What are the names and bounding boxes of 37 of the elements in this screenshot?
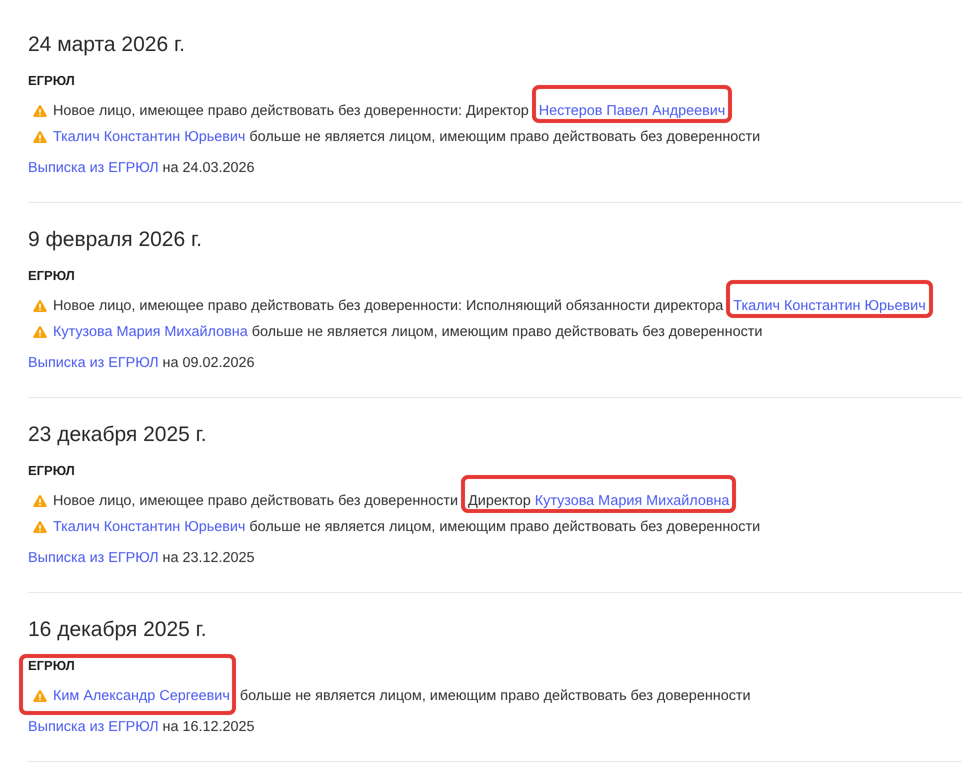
extract-text: Выписка из ЕГРЮЛ на 16.12.2025	[28, 718, 255, 737]
change-text: Ткалич Константин Юрьевич больше не является лицом, имеющим право действовать без доверенности	[53, 128, 760, 147]
person-link[interactable]: Ким Александр Сергеевич	[53, 688, 230, 704]
source-label: ЕГРЮЛ	[28, 462, 75, 480]
warning-icon	[33, 300, 47, 312]
change-text: Новое лицо, имеющее право действовать без доверенности: Директор Нестеров Павел Андреевич	[53, 98, 726, 124]
warning-icon	[33, 326, 47, 338]
change-text: Ким Александр Сергеевич больше не является лицом, имеющим право действовать без доверенности	[53, 683, 751, 709]
person-link[interactable]: Нестеров Павел Андреевич	[538, 103, 726, 119]
person-link[interactable]: Кутузова Мария Михайловна	[534, 493, 730, 509]
person-link[interactable]: Кутузова Мария Михайловна	[53, 324, 248, 340]
extract-text: Выписка из ЕГРЮЛ на 24.03.2026	[28, 159, 255, 178]
extract-text: Выписка из ЕГРЮЛ на 23.12.2025	[28, 549, 255, 568]
warning-icon	[33, 105, 47, 117]
warning-icon	[33, 690, 47, 702]
warning-icon	[33, 131, 47, 143]
person-link[interactable]: Ткалич Константин Юрьевич	[733, 298, 926, 314]
source-label: ЕГРЮЛ	[28, 657, 75, 675]
extract-link[interactable]: Выписка из ЕГРЮЛ	[28, 719, 159, 735]
change-text: Новое лицо, имеющее право действовать без доверенности: Исполняющий обязанности директора Ткалич Константин Юрьевич	[53, 293, 926, 319]
date-heading: 16 декабря 2025 г.	[28, 617, 207, 643]
date-heading: 9 февраля 2026 г.	[28, 227, 202, 253]
date-heading: 23 декабря 2025 г.	[28, 422, 207, 448]
extract-link[interactable]: Выписка из ЕГРЮЛ	[28, 355, 159, 371]
date-heading: 24 марта 2026 г.	[28, 32, 185, 58]
change-text: Кутузова Мария Михайловна больше не является лицом, имеющим право действовать без доверенности	[53, 323, 762, 342]
source-label: ЕГРЮЛ	[28, 267, 75, 285]
extract-link[interactable]: Выписка из ЕГРЮЛ	[28, 550, 159, 566]
extract-text: Выписка из ЕГРЮЛ на 09.02.2026	[28, 354, 255, 373]
change-text: Новое лицо, имеющее право действовать без доверенности Директор Кутузова Мария Михайловна	[53, 488, 730, 514]
person-link[interactable]: Ткалич Константин Юрьевич	[53, 129, 246, 145]
warning-icon	[33, 521, 47, 533]
warning-icon	[33, 495, 47, 507]
change-text: Ткалич Константин Юрьевич больше не является лицом, имеющим право действовать без доверенности	[53, 518, 760, 537]
source-label: ЕГРЮЛ	[28, 72, 75, 90]
extract-link[interactable]: Выписка из ЕГРЮЛ	[28, 160, 159, 176]
person-link[interactable]: Ткалич Константин Юрьевич	[53, 519, 246, 535]
